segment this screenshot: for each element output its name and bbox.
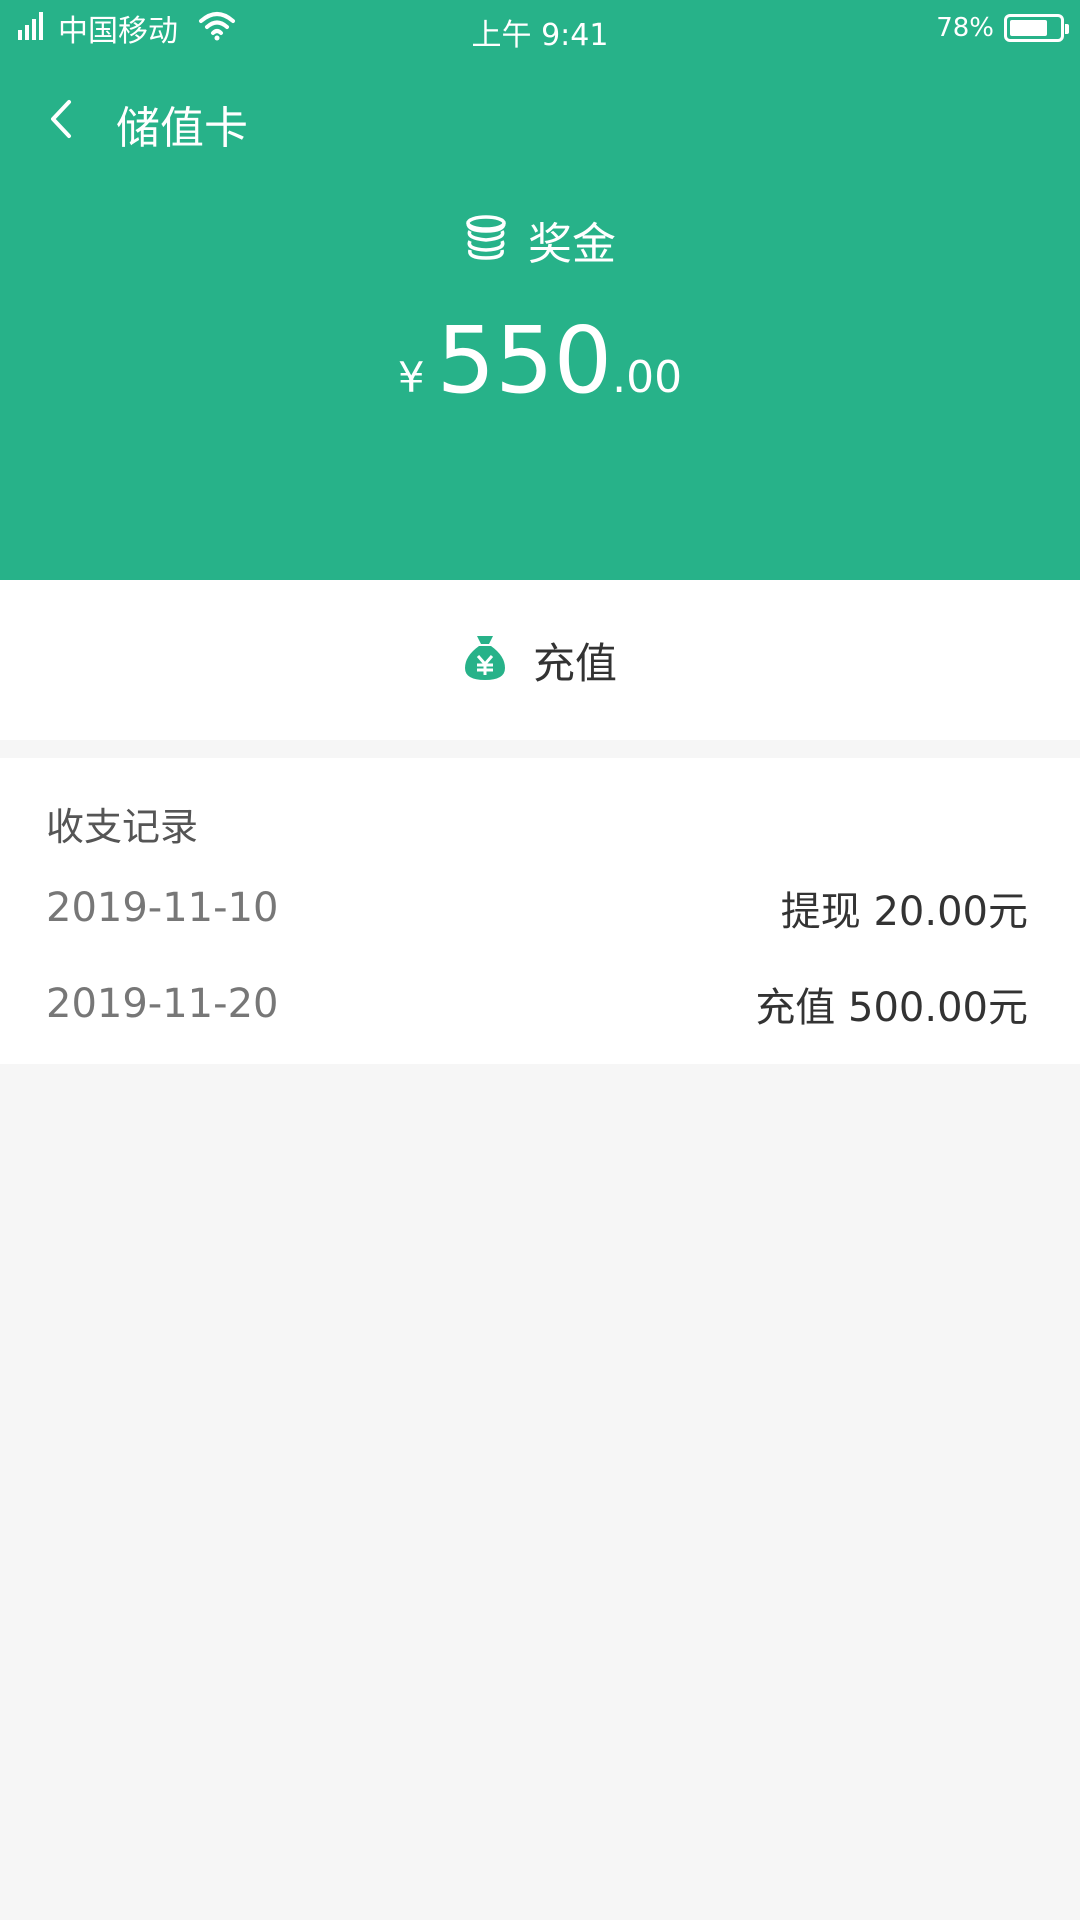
money-bag-icon xyxy=(463,634,507,686)
balance-label-row: 奖金 xyxy=(0,205,1080,275)
list-item[interactable]: 2019-11-20 充值 500.00元 xyxy=(46,974,1028,1034)
status-bar: 中国移动 上午 9:41 78% xyxy=(0,0,1080,56)
status-time: 上午 9:41 xyxy=(471,18,609,53)
amount-decimal: .00 xyxy=(612,352,683,403)
record-amount: 充值 500.00元 xyxy=(755,985,1028,1031)
records-panel: 收支记录 2019-11-10 提现 20.00元 2019-11-20 充值 … xyxy=(0,758,1080,1064)
record-date: 2019-11-10 xyxy=(46,885,279,931)
coins-icon xyxy=(464,215,508,265)
record-date: 2019-11-20 xyxy=(46,981,279,1027)
battery-level xyxy=(1010,20,1047,36)
back-button[interactable] xyxy=(36,96,86,146)
recharge-label: 充值 xyxy=(532,638,617,688)
records-title: 收支记录 xyxy=(46,805,199,849)
battery-icon xyxy=(1004,14,1069,42)
chevron-left-icon xyxy=(47,98,75,144)
list-item[interactable]: 2019-11-10 提现 20.00元 xyxy=(46,878,1028,938)
record-amount: 提现 20.00元 xyxy=(780,889,1028,935)
balance-amount: ¥ 550 .00 xyxy=(0,315,1080,407)
title-bar: 储值卡 xyxy=(0,80,1080,160)
recharge-button[interactable]: 充值 xyxy=(0,580,1080,740)
header-panel: 中国移动 上午 9:41 78% 储值卡 奖金 ¥ 550 .00 xyxy=(0,0,1080,580)
amount-integer: 550 xyxy=(436,307,613,414)
battery-percent: 78% xyxy=(936,13,994,43)
currency-symbol: ¥ xyxy=(397,353,425,402)
page-title: 储值卡 xyxy=(116,103,248,154)
balance-label: 奖金 xyxy=(528,219,616,270)
